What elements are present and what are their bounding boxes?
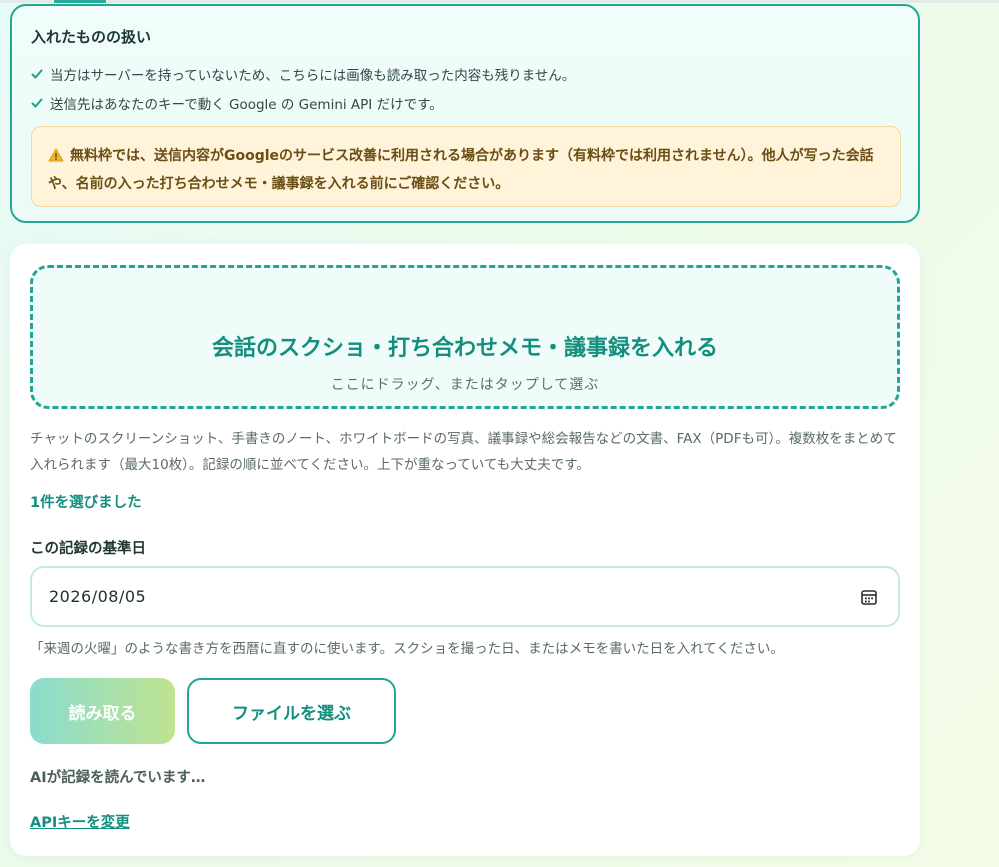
base-date-value: 2026/08/05 <box>49 587 147 606</box>
warning-text: 無料枠では、送信内容がGoogleのサービス改善に利用される場合があります（有料… <box>48 148 874 192</box>
upload-card: 会話のスクショ・打ち合わせメモ・議事録を入れる ここにドラッグ、またはタップして… <box>10 244 920 856</box>
base-date-help-text: 「来週の火曜」のような書き方を西暦に直すのに使います。スクショを撮った日、または… <box>30 641 784 657</box>
top-tab-strip <box>0 0 999 3</box>
check-icon <box>31 98 43 108</box>
privacy-bullet: 送信先はあなたのキーで動く Google の Gemini API だけです。 <box>31 93 443 113</box>
privacy-bullet-text: 当方はサーバーを持っていないため、こちらには画像も読み取った内容も残りません。 <box>50 68 576 84</box>
warning-box: 無料枠では、送信内容がGoogleのサービス改善に利用される場合があります（有料… <box>31 126 901 207</box>
change-api-key-link[interactable]: APIキーを変更 <box>30 811 130 832</box>
privacy-notice-card: 入れたものの扱い 当方はサーバーを持っていないため、こちらには画像も読み取った内… <box>10 4 920 223</box>
check-icon <box>31 69 43 79</box>
file-dropzone[interactable]: 会話のスクショ・打ち合わせメモ・議事録を入れる ここにドラッグ、またはタップして… <box>30 265 900 409</box>
base-date-label: この記録の基準日 <box>30 541 146 557</box>
base-date-input[interactable]: 2026/08/05 <box>30 566 900 627</box>
active-tab-indicator <box>54 0 106 3</box>
privacy-bullet: 当方はサーバーを持っていないため、こちらには画像も読み取った内容も残りません。 <box>31 64 575 84</box>
dropzone-subtitle: ここにドラッグ、またはタップして選ぶ <box>330 377 600 393</box>
privacy-title: 入れたものの扱い <box>31 28 152 46</box>
dropzone-title: 会話のスクショ・打ち合わせメモ・議事録を入れる <box>211 336 718 361</box>
status-text: AIが記録を読んでいます… <box>30 770 206 786</box>
choose-file-button[interactable]: ファイルを選ぶ <box>187 678 396 744</box>
upload-help-text: チャットのスクリーンショット、手書きのノート、ホワイトボードの写真、議事録や総会… <box>30 431 897 473</box>
selected-file-count: 1件を選びました <box>30 495 142 511</box>
calendar-icon[interactable] <box>860 588 878 606</box>
read-button[interactable]: 読み取る <box>30 678 175 744</box>
privacy-bullet-text: 送信先はあなたのキーで動く Google の Gemini API だけです。 <box>50 97 443 113</box>
warning-icon <box>48 148 64 162</box>
